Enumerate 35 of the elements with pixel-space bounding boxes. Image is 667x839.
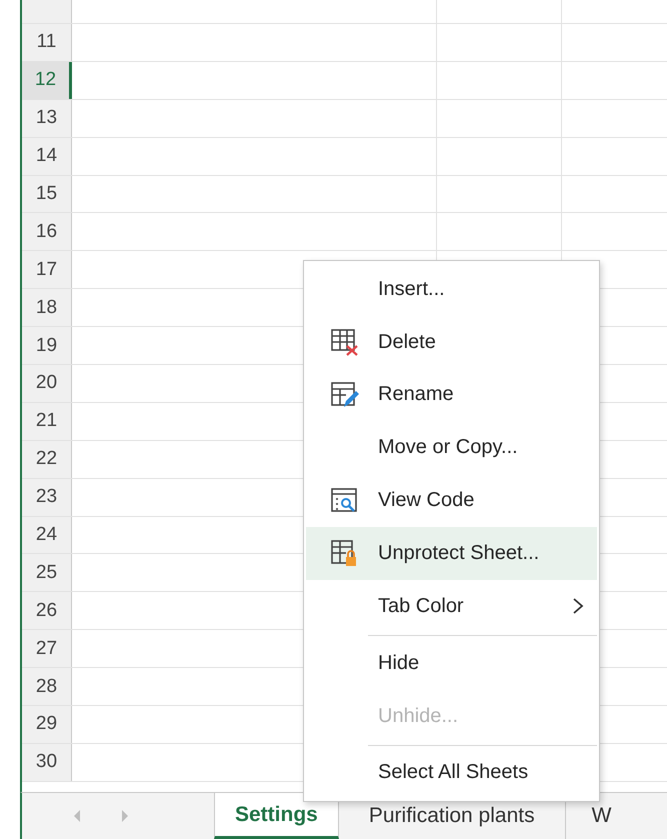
row-header[interactable]: 22 xyxy=(22,440,72,478)
row-header[interactable]: 11 xyxy=(22,24,72,61)
row-header[interactable]: 15 xyxy=(22,176,72,212)
row-header[interactable]: 26 xyxy=(22,592,72,630)
menu-item[interactable]: Unprotect Sheet... xyxy=(306,526,597,580)
rename-sheet-icon xyxy=(330,380,360,410)
menu-item[interactable]: Move or Copy... xyxy=(306,421,597,474)
sheet-tab[interactable]: Settings xyxy=(214,793,339,839)
menu-item[interactable]: Insert... xyxy=(306,263,597,316)
row-header[interactable]: 27 xyxy=(22,630,72,668)
menu-item[interactable]: View Code xyxy=(306,474,597,527)
menu-item[interactable]: Hide xyxy=(306,636,597,690)
menu-item[interactable]: Delete xyxy=(306,316,597,369)
row-header[interactable]: 13 xyxy=(22,100,72,137)
scroll-left-icon[interactable] xyxy=(72,809,82,823)
row-header[interactable]: 23 xyxy=(22,478,72,516)
scroll-right-icon[interactable] xyxy=(120,809,130,823)
row-header[interactable] xyxy=(22,0,72,23)
row-header[interactable]: 29 xyxy=(22,706,72,743)
row-header[interactable]: 18 xyxy=(22,289,72,326)
row-header[interactable]: 19 xyxy=(22,327,72,364)
delete-sheet-icon xyxy=(330,327,360,358)
row-header[interactable]: 24 xyxy=(22,516,72,554)
menu-item[interactable]: Tab Color xyxy=(306,580,597,637)
row-header[interactable]: 25 xyxy=(22,554,72,592)
row-header[interactable]: 14 xyxy=(22,138,72,175)
row-header[interactable]: 20 xyxy=(22,365,72,402)
row-header[interactable]: 12 xyxy=(22,62,72,99)
row-header[interactable]: 30 xyxy=(22,744,72,781)
row-header[interactable]: 21 xyxy=(22,402,72,440)
menu-item[interactable]: Rename xyxy=(306,368,597,422)
row-header[interactable]: 16 xyxy=(22,213,72,250)
row-header[interactable]: 17 xyxy=(22,251,72,288)
row-header[interactable]: 28 xyxy=(22,668,72,706)
chevron-icon xyxy=(571,597,585,616)
